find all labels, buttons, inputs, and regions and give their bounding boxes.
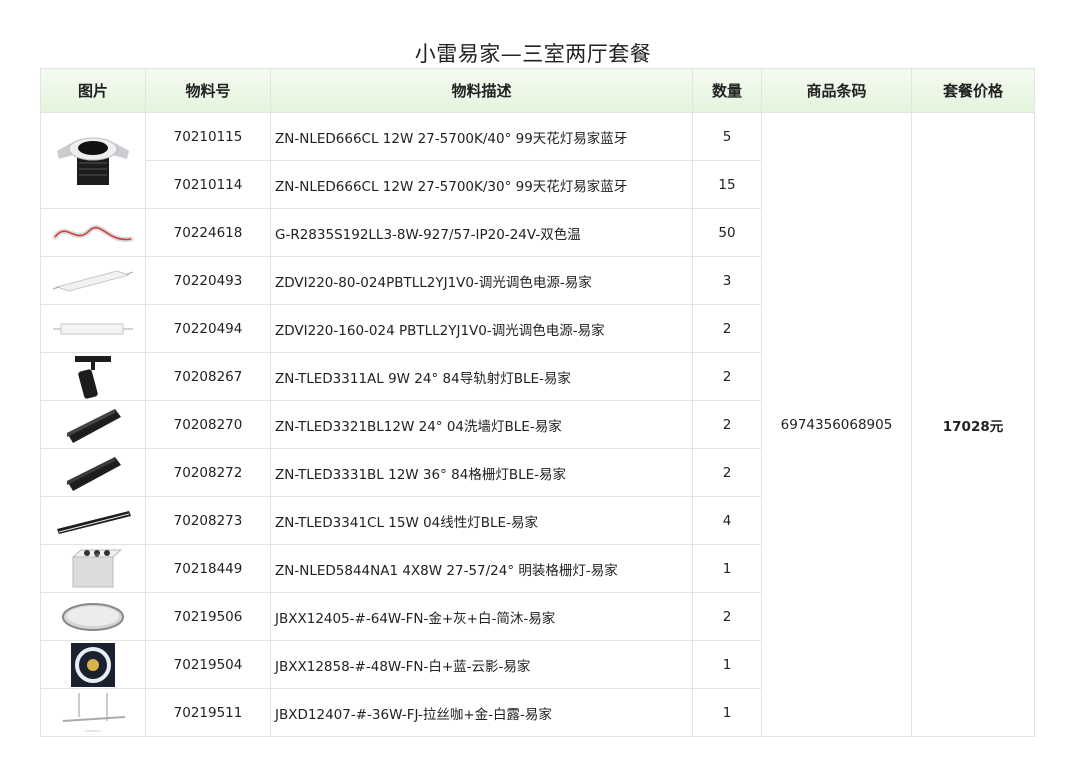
header-desc: 物料描述 <box>270 68 693 113</box>
product-image-pendant-light <box>40 688 146 737</box>
item-desc: ZN-TLED3321BL12W 24° 04洗墙灯BLE-易家 <box>270 400 693 449</box>
linear-light-icon <box>57 510 131 534</box>
package-price: 17028元 <box>911 112 1035 737</box>
item-no: 70208273 <box>145 496 271 545</box>
item-no: 70219511 <box>145 688 271 737</box>
led-strip-icon <box>52 224 134 242</box>
item-no: 70219506 <box>145 592 271 641</box>
wall-washer-icon <box>67 408 121 443</box>
product-image-cloud-light <box>40 640 146 689</box>
item-desc: JBXX12405-#-64W-FN-金+灰+白-简沐-易家 <box>270 592 693 641</box>
header-price: 套餐价格 <box>911 68 1035 113</box>
page-title: 小雷易家—三室两厅套餐 <box>414 42 652 66</box>
item-no: 70210115 <box>145 112 271 161</box>
item-desc: ZN-TLED3331BL 12W 36° 84格栅灯BLE-易家 <box>270 448 693 497</box>
item-no: 70218449 <box>145 544 271 593</box>
header-barcode: 商品条码 <box>761 68 912 113</box>
item-desc: G-R2835S192LL3-8W-927/57-IP20-24V-双色温 <box>270 208 693 257</box>
item-qty: 2 <box>692 400 762 449</box>
package-barcode: 6974356068905 <box>761 112 912 737</box>
item-qty: 1 <box>692 688 762 737</box>
cloud-light-icon <box>71 642 115 687</box>
product-image-track-spotlight <box>40 352 146 401</box>
item-no: 70208267 <box>145 352 271 401</box>
item-desc: ZN-NLED5844NA1 4X8W 27-57/24° 明装格栅灯-易家 <box>270 544 693 593</box>
product-image-grille-light <box>40 448 146 497</box>
product-image-led-strip <box>40 208 146 257</box>
item-no: 70219504 <box>145 640 271 689</box>
item-qty: 2 <box>692 352 762 401</box>
surface-grille-icon <box>71 549 123 587</box>
product-image-driver <box>40 304 146 353</box>
table-row: 70210115 ZN-NLED666CL 12W 27-5700K/40° 9… <box>40 112 1035 737</box>
item-desc: ZN-TLED3311AL 9W 24° 84导轨射灯BLE-易家 <box>270 352 693 401</box>
product-image-linear-light <box>40 496 146 545</box>
item-qty: 5 <box>692 112 762 161</box>
item-qty: 2 <box>692 448 762 497</box>
item-qty: 15 <box>692 160 762 209</box>
downlight-icon <box>57 137 129 185</box>
item-no: 70208272 <box>145 448 271 497</box>
header-image: 图片 <box>40 68 146 113</box>
grille-light-icon <box>67 456 121 491</box>
item-qty: 2 <box>692 304 762 353</box>
product-image-ceiling-light <box>40 592 146 641</box>
item-no: 70208270 <box>145 400 271 449</box>
item-no: 70224618 <box>145 208 271 257</box>
header-qty: 数量 <box>692 68 762 113</box>
power-driver-icon <box>53 323 133 334</box>
item-desc: ZN-NLED666CL 12W 27-5700K/30° 99天花灯易家蓝牙 <box>270 160 693 209</box>
header-row: 图片 物料号 物料描述 数量 商品条码 套餐价格 <box>40 68 1035 113</box>
track-spotlight-icon <box>75 355 111 399</box>
power-driver-icon <box>52 269 134 292</box>
item-no: 70220494 <box>145 304 271 353</box>
item-qty: 4 <box>692 496 762 545</box>
item-desc: ZN-NLED666CL 12W 27-5700K/40° 99天花灯易家蓝牙 <box>270 112 693 161</box>
package-table: 图片 物料号 物料描述 数量 商品条码 套餐价格 70210115 ZN-NLE… <box>40 68 1035 737</box>
item-desc: JBXX12858-#-48W-FN-白+蓝-云影-易家 <box>270 640 693 689</box>
product-image-downlight <box>40 112 146 209</box>
ceiling-light-icon <box>62 602 124 631</box>
pendant-light-icon <box>62 692 126 731</box>
item-qty: 1 <box>692 640 762 689</box>
product-image-wall-washer <box>40 400 146 449</box>
item-desc: ZDVI220-160-024 PBTLL2YJ1V0-调光调色电源-易家 <box>270 304 693 353</box>
item-desc: JBXD12407-#-36W-FJ-拉丝咖+金-白露-易家 <box>270 688 693 737</box>
header-item-no: 物料号 <box>145 68 271 113</box>
item-no: 70220493 <box>145 256 271 305</box>
item-qty: 2 <box>692 592 762 641</box>
item-no: 70210114 <box>145 160 271 209</box>
item-desc: ZDVI220-80-024PBTLL2YJ1V0-调光调色电源-易家 <box>270 256 693 305</box>
item-qty: 50 <box>692 208 762 257</box>
product-image-surface-grille <box>40 544 146 593</box>
item-qty: 3 <box>692 256 762 305</box>
item-qty: 1 <box>692 544 762 593</box>
product-image-driver <box>40 256 146 305</box>
item-desc: ZN-TLED3341CL 15W 04线性灯BLE-易家 <box>270 496 693 545</box>
